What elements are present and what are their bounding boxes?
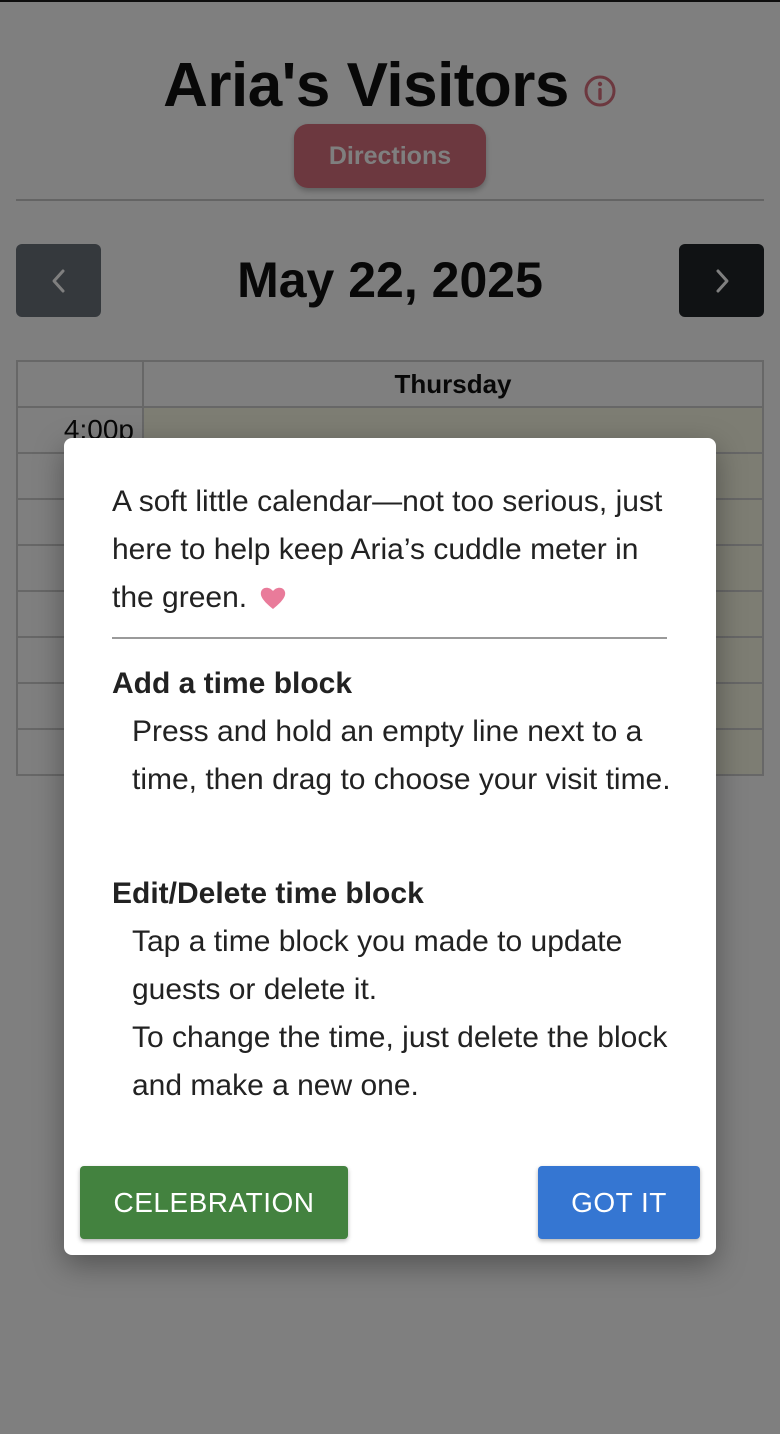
help-dialog: A soft little calendar—not too serious, …: [64, 438, 716, 1255]
add-section-title: Add a time block: [112, 667, 353, 700]
dialog-divider: [112, 637, 667, 639]
edit-section-body-1: Tap a time block you made to update gues…: [132, 925, 623, 1006]
intro-text: A soft little calendar—not too serious, …: [112, 485, 663, 614]
edit-section-body-2: To change the time, just delete the bloc…: [132, 1021, 668, 1102]
add-section-body: Press and hold an empty line next to a t…: [132, 715, 671, 796]
celebration-button[interactable]: CELEBRATION: [80, 1166, 348, 1239]
heart-icon: [259, 578, 287, 626]
got-it-button[interactable]: GOT IT: [538, 1166, 700, 1239]
edit-section-title: Edit/Delete time block: [112, 877, 424, 910]
intro-text-block: A soft little calendar—not too serious, …: [112, 478, 672, 626]
